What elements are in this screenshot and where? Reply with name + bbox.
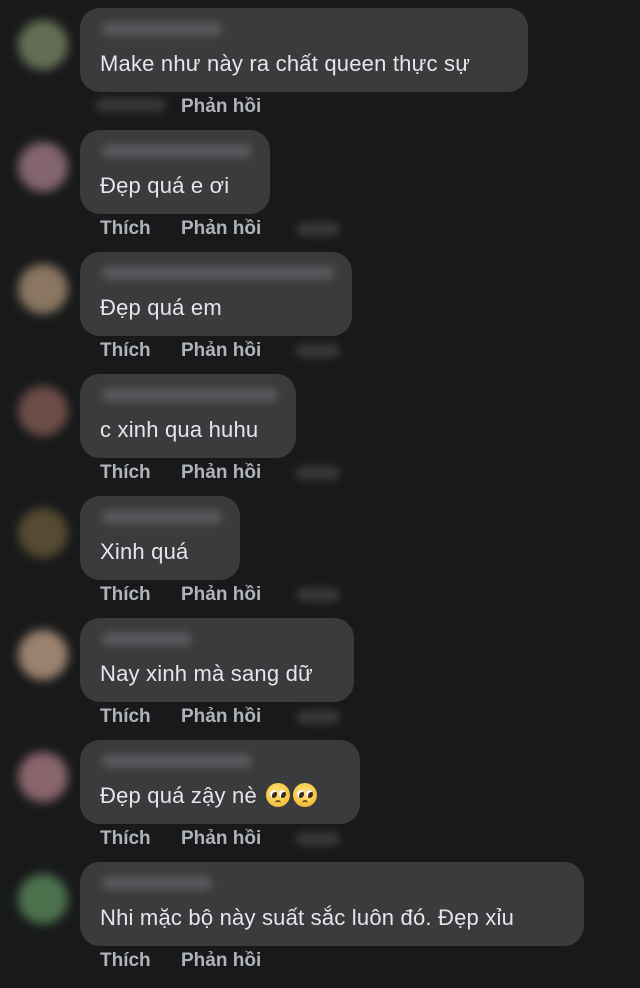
comment-actions: Thích Phản hồi: [100, 950, 261, 972]
comment-text: Xinh quá: [100, 539, 189, 564]
avatar[interactable]: [18, 264, 68, 314]
comment-actions: Thích Phản hồi: [100, 218, 261, 240]
avatar[interactable]: [18, 20, 68, 70]
timestamp: [296, 710, 340, 724]
reply-button[interactable]: Phản hồi: [181, 218, 261, 240]
commenter-name[interactable]: [102, 22, 222, 36]
like-button[interactable]: Thích: [100, 340, 181, 362]
reply-button[interactable]: Phản hồi: [181, 584, 261, 606]
comment-actions: Thích Phản hồi: [100, 706, 261, 728]
avatar[interactable]: [18, 386, 68, 436]
commenter-name[interactable]: [102, 266, 334, 280]
comment-text: Make như này ra chất queen thực sự: [100, 51, 471, 76]
avatar[interactable]: [18, 142, 68, 192]
comment-bubble[interactable]: Đẹp quá zậy nè: [80, 740, 360, 824]
avatar[interactable]: [18, 752, 68, 802]
comment-text: Nhi mặc bộ này suất sắc luôn đó. Đẹp xỉu: [100, 905, 515, 930]
comment-bubble[interactable]: Nay xinh mà sang dữ: [80, 618, 354, 702]
comment-actions: Thích Phản hồi: [100, 340, 261, 362]
comment-text: Đẹp quá zậy nè: [100, 783, 318, 809]
timestamp: [96, 98, 166, 112]
reply-button[interactable]: Phản hồi: [181, 340, 261, 362]
comment-item: Nhi mặc bộ này suất sắc luôn đó. Đẹp xỉu…: [0, 862, 640, 984]
avatar[interactable]: [18, 508, 68, 558]
commenter-name[interactable]: [102, 632, 192, 646]
comment-item: Đẹp quá e ơi Thích Phản hồi: [0, 130, 640, 252]
avatar[interactable]: [18, 874, 68, 924]
like-button[interactable]: Thích: [100, 950, 181, 972]
comment-actions: Thích Phản hồi: [100, 462, 261, 484]
timestamp: [296, 466, 340, 480]
timestamp: [296, 222, 340, 236]
reply-button[interactable]: Phản hồi: [181, 96, 261, 118]
commenter-name[interactable]: [102, 144, 252, 158]
commenter-name[interactable]: [102, 388, 278, 402]
timestamp: [296, 832, 340, 846]
timestamp: [296, 588, 340, 602]
pleading-face-icon: [266, 783, 291, 807]
comment-text: Nay xinh mà sang dữ: [100, 661, 313, 686]
comment-bubble[interactable]: c xinh qua huhu: [80, 374, 296, 458]
reply-button[interactable]: Phản hồi: [181, 462, 261, 484]
comment-item: c xinh qua huhu Thích Phản hồi: [0, 374, 640, 496]
commenter-name[interactable]: [102, 876, 212, 890]
avatar[interactable]: [18, 630, 68, 680]
commenter-name[interactable]: [102, 510, 222, 524]
comment-bubble[interactable]: Make như này ra chất queen thực sự: [80, 8, 528, 92]
like-button[interactable]: Thích: [100, 462, 181, 484]
comment-actions: Thích Phản hồi: [100, 828, 261, 850]
timestamp: [296, 344, 340, 358]
comment-item: Nay xinh mà sang dữ Thích Phản hồi: [0, 618, 640, 740]
comment-item: Đẹp quá em Thích Phản hồi: [0, 252, 640, 374]
comment-bubble[interactable]: Đẹp quá e ơi: [80, 130, 270, 214]
comment-actions: Thích Phản hồi: [100, 584, 261, 606]
like-button[interactable]: Thích: [100, 828, 181, 850]
reply-button[interactable]: Phản hồi: [181, 950, 261, 972]
comment-text: c xinh qua huhu: [100, 417, 259, 442]
like-button[interactable]: Thích: [100, 706, 181, 728]
comment-item: Đẹp quá zậy nè Thích Phản hồi: [0, 740, 640, 862]
comment-feed: Make như này ra chất queen thực sự Thích…: [0, 0, 640, 988]
comment-item: Xinh quá Thích Phản hồi: [0, 496, 640, 618]
reply-button[interactable]: Phản hồi: [181, 706, 261, 728]
reply-button[interactable]: Phản hồi: [181, 828, 261, 850]
commenter-name[interactable]: [102, 754, 252, 768]
comment-bubble[interactable]: Nhi mặc bộ này suất sắc luôn đó. Đẹp xỉu: [80, 862, 584, 946]
like-button[interactable]: Thích: [100, 218, 181, 240]
pleading-face-icon: [293, 783, 318, 807]
like-button[interactable]: Thích: [100, 584, 181, 606]
comment-bubble[interactable]: Đẹp quá em: [80, 252, 352, 336]
comment-bubble[interactable]: Xinh quá: [80, 496, 240, 580]
comment-text: Đẹp quá e ơi: [100, 173, 230, 198]
comment-text: Đẹp quá em: [100, 295, 222, 320]
comment-item: Make như này ra chất queen thực sự Thích…: [0, 8, 640, 130]
